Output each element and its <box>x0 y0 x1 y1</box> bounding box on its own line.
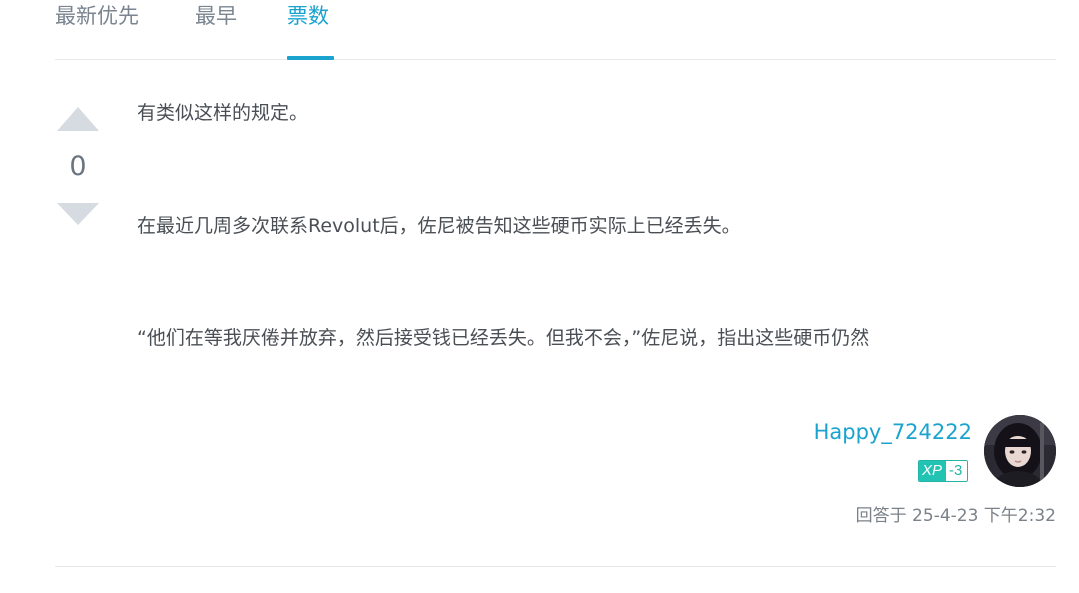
tab-oldest[interactable]: 最早 <box>195 2 237 30</box>
answer-paragraph: 有类似这样的规定。 <box>137 102 309 124</box>
answer-paragraph: 在最近几周多次联系Revolut后，佐尼被告知这些硬币实际上已经丢失。 <box>137 215 741 237</box>
divider <box>55 566 1056 567</box>
downvote-icon[interactable] <box>57 203 99 225</box>
sort-tabs: 最新优先 最早 票数 <box>55 0 1056 60</box>
tab-newest[interactable]: 最新优先 <box>55 2 139 30</box>
vote-widget: 0 <box>55 105 101 230</box>
vote-count: 0 <box>69 151 87 182</box>
user-avatar-icon[interactable] <box>984 415 1056 487</box>
avatar-image <box>984 415 1056 487</box>
xp-label: XP <box>919 461 947 481</box>
tab-votes[interactable]: 票数 <box>287 2 329 30</box>
upvote-icon[interactable] <box>57 107 99 131</box>
answer-page: 最新优先 最早 票数 0 有类似这样的规定。 在最近几周多次联系Revolut后… <box>0 0 1079 593</box>
active-tab-indicator <box>287 56 334 60</box>
xp-badge: XP -3 <box>918 460 969 482</box>
answered-timestamp: 回答于 25-4-23 下午2:32 <box>855 506 1056 526</box>
xp-value: -3 <box>946 461 968 481</box>
author-username-link[interactable]: Happy_724222 <box>814 418 972 446</box>
answer-paragraph: “他们在等我厌倦并放弃，然后接受钱已经丢失。但我不会，”佐尼说，指出这些硬币仍然 <box>137 327 870 349</box>
